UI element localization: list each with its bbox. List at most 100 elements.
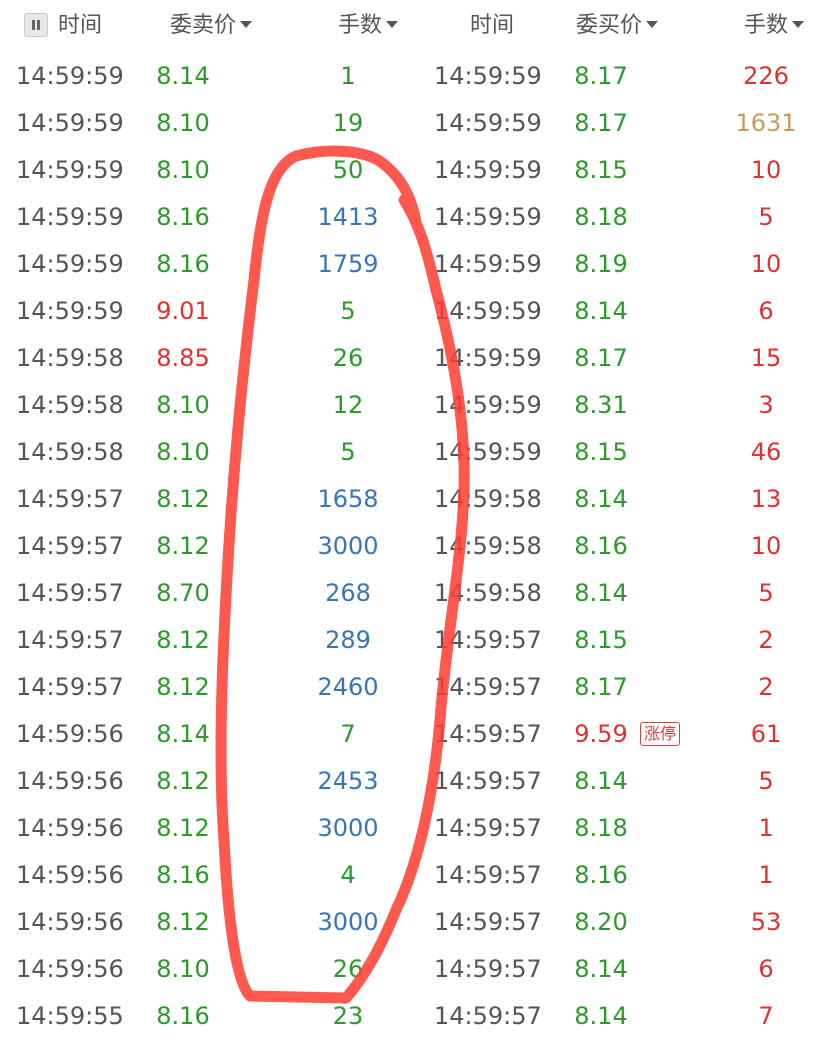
sell-volume-cell: 26 bbox=[332, 955, 364, 983]
buy-time-cell: 14:59:59 bbox=[434, 438, 542, 466]
sell-price-cell: 8.16 bbox=[156, 861, 210, 889]
table-row[interactable]: 14:59:56 8.10 26 14:59:57 8.14 6 bbox=[0, 946, 837, 993]
buy-time-cell: 14:59:57 bbox=[434, 767, 542, 795]
buy-price-cell: 8.14 bbox=[574, 297, 628, 325]
header-sell-volume-label: 手数 bbox=[338, 13, 383, 38]
sell-price-cell: 8.14 bbox=[156, 720, 210, 748]
buy-time-cell: 14:59:59 bbox=[434, 391, 542, 419]
sell-volume-cell: 26 bbox=[332, 344, 364, 372]
buy-time-cell: 14:59:59 bbox=[434, 297, 542, 325]
header-sell-price-sort[interactable]: 委卖价 bbox=[170, 0, 253, 52]
table-row[interactable]: 14:59:56 8.14 7 14:59:57 9.59 61 涨停 bbox=[0, 711, 837, 758]
sell-time-cell: 14:59:59 bbox=[16, 203, 124, 231]
buy-volume-cell: 2 bbox=[758, 673, 774, 701]
table-row[interactable]: 14:59:57 8.12 3000 14:59:58 8.16 10 bbox=[0, 523, 837, 570]
sell-price-cell: 8.70 bbox=[156, 579, 210, 607]
sell-price-cell: 8.12 bbox=[156, 673, 210, 701]
table-row[interactable]: 14:59:58 8.85 26 14:59:59 8.17 15 bbox=[0, 335, 837, 382]
table-row[interactable]: 14:59:56 8.12 3000 14:59:57 8.18 1 bbox=[0, 805, 837, 852]
table-row[interactable]: 14:59:59 8.10 19 14:59:59 8.17 1631 bbox=[0, 100, 837, 147]
sell-time-cell: 14:59:58 bbox=[16, 391, 124, 419]
sell-volume-cell: 289 bbox=[325, 626, 371, 654]
sell-time-cell: 14:59:57 bbox=[16, 626, 124, 654]
table-row[interactable]: 14:59:57 8.70 268 14:59:58 8.14 5 bbox=[0, 570, 837, 617]
buy-volume-cell: 53 bbox=[750, 908, 782, 936]
table-row[interactable]: 14:59:59 8.10 50 14:59:59 8.15 10 bbox=[0, 147, 837, 194]
table-row[interactable]: 14:59:58 8.10 12 14:59:59 8.31 3 bbox=[0, 382, 837, 429]
buy-price-cell: 8.14 bbox=[574, 955, 628, 983]
sell-price-cell: 9.01 bbox=[156, 297, 210, 325]
buy-price-cell: 8.17 bbox=[574, 344, 628, 372]
sell-volume-cell: 5 bbox=[340, 438, 356, 466]
table-row[interactable]: 14:59:57 8.12 2460 14:59:57 8.17 2 bbox=[0, 664, 837, 711]
sell-time-cell: 14:59:55 bbox=[16, 1002, 124, 1030]
sell-time-cell: 14:59:56 bbox=[16, 814, 124, 842]
sell-time-cell: 14:59:57 bbox=[16, 532, 124, 560]
sell-volume-cell: 4 bbox=[340, 861, 356, 889]
sell-volume-cell: 5 bbox=[340, 297, 356, 325]
sell-volume-cell: 19 bbox=[332, 109, 364, 137]
table-row[interactable]: 14:59:56 8.12 3000 14:59:57 8.20 53 bbox=[0, 899, 837, 946]
buy-price-cell: 8.31 bbox=[574, 391, 628, 419]
sell-volume-cell: 1413 bbox=[317, 203, 379, 231]
sell-volume-cell: 7 bbox=[340, 720, 356, 748]
sell-volume-cell: 2460 bbox=[317, 673, 379, 701]
sell-time-cell: 14:59:57 bbox=[16, 579, 124, 607]
sell-price-cell: 8.12 bbox=[156, 814, 210, 842]
header-buy-volume-label: 手数 bbox=[744, 13, 789, 38]
sell-price-cell: 8.12 bbox=[156, 532, 210, 560]
header-sell-volume-sort[interactable]: 手数 bbox=[338, 0, 399, 52]
table-row[interactable]: 14:59:59 9.01 5 14:59:59 8.14 6 bbox=[0, 288, 837, 335]
sell-price-cell: 8.10 bbox=[156, 156, 210, 184]
buy-time-cell: 14:59:59 bbox=[434, 250, 542, 278]
table-row[interactable]: 14:59:58 8.10 5 14:59:59 8.15 46 bbox=[0, 429, 837, 476]
header-buy-price-label: 委买价 bbox=[576, 13, 643, 38]
sell-price-cell: 8.10 bbox=[156, 109, 210, 137]
sell-time-cell: 14:59:56 bbox=[16, 861, 124, 889]
buy-price-cell: 8.18 bbox=[574, 814, 628, 842]
buy-price-cell: 8.18 bbox=[574, 203, 628, 231]
buy-time-cell: 14:59:58 bbox=[434, 579, 542, 607]
header-buy-price-sort[interactable]: 委买价 bbox=[576, 0, 659, 52]
sell-volume-cell: 268 bbox=[325, 579, 371, 607]
table-row[interactable]: 14:59:59 8.14 1 14:59:59 8.17 226 bbox=[0, 53, 837, 100]
sell-volume-cell: 1658 bbox=[317, 485, 379, 513]
buy-volume-cell: 7 bbox=[758, 1002, 774, 1030]
sell-volume-cell: 3000 bbox=[317, 908, 379, 936]
sell-price-cell: 8.10 bbox=[156, 391, 210, 419]
table-row[interactable]: 14:59:57 8.12 289 14:59:57 8.15 2 bbox=[0, 617, 837, 664]
sell-time-cell: 14:59:56 bbox=[16, 767, 124, 795]
buy-price-cell: 8.14 bbox=[574, 767, 628, 795]
table-row[interactable]: 14:59:59 8.16 1759 14:59:59 8.19 10 bbox=[0, 241, 837, 288]
table-row[interactable]: 14:59:57 8.12 1658 14:59:58 8.14 13 bbox=[0, 476, 837, 523]
buy-price-cell: 8.17 bbox=[574, 62, 628, 90]
table-row[interactable]: 14:59:56 8.16 4 14:59:57 8.16 1 bbox=[0, 852, 837, 899]
table-row[interactable]: 14:59:56 8.12 2453 14:59:57 8.14 5 bbox=[0, 758, 837, 805]
limit-up-badge: 涨停 bbox=[640, 722, 681, 746]
buy-price-cell: 8.14 bbox=[574, 579, 628, 607]
buy-volume-cell: 1 bbox=[758, 814, 774, 842]
sell-time-cell: 14:59:56 bbox=[16, 908, 124, 936]
buy-time-cell: 14:59:57 bbox=[434, 814, 542, 842]
chevron-down-icon bbox=[386, 20, 399, 28]
sell-time-cell: 14:59:59 bbox=[16, 250, 124, 278]
header-buy-volume-sort[interactable]: 手数 bbox=[744, 0, 805, 52]
buy-time-cell: 14:59:57 bbox=[434, 861, 542, 889]
sell-volume-cell: 23 bbox=[332, 1002, 364, 1030]
buy-volume-cell: 6 bbox=[758, 955, 774, 983]
sell-price-cell: 8.14 bbox=[156, 62, 210, 90]
buy-price-cell: 8.14 bbox=[574, 485, 628, 513]
pause-icon[interactable] bbox=[24, 13, 48, 37]
sell-price-cell: 8.12 bbox=[156, 767, 210, 795]
table-row[interactable]: 14:59:55 8.16 23 14:59:57 8.14 7 bbox=[0, 993, 837, 1040]
buy-time-cell: 14:59:59 bbox=[434, 203, 542, 231]
sell-volume-cell: 3000 bbox=[317, 814, 379, 842]
table-row[interactable]: 14:59:59 8.16 1413 14:59:59 8.18 5 bbox=[0, 194, 837, 241]
sell-volume-cell: 2453 bbox=[317, 767, 379, 795]
sell-price-cell: 8.12 bbox=[156, 626, 210, 654]
buy-price-cell: 8.15 bbox=[574, 156, 628, 184]
buy-price-cell: 8.15 bbox=[574, 626, 628, 654]
chevron-down-icon bbox=[646, 20, 659, 28]
buy-volume-cell: 13 bbox=[750, 485, 782, 513]
sell-volume-cell: 12 bbox=[332, 391, 364, 419]
